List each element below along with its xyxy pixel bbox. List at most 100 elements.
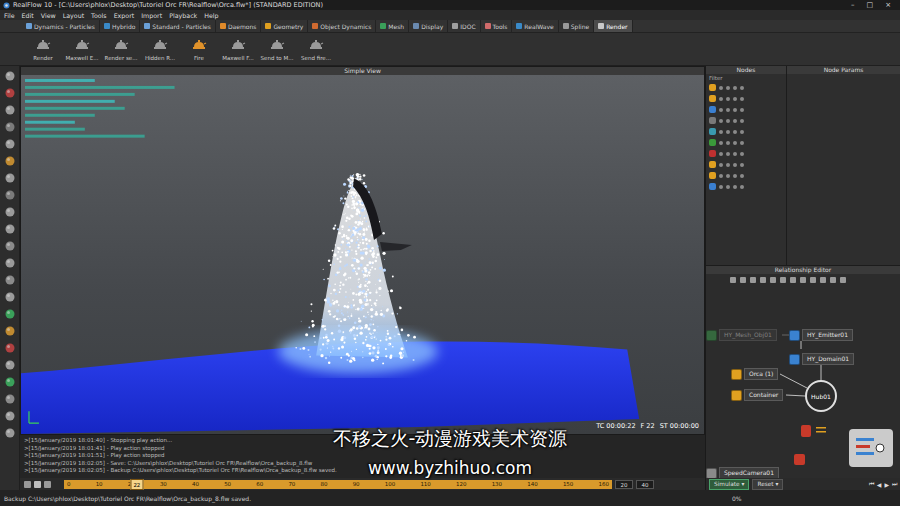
toolbar-button[interactable]: Send fire... xyxy=(297,37,335,61)
visibility-dot[interactable] xyxy=(733,86,737,90)
node-row[interactable] xyxy=(706,93,786,104)
visibility-dot[interactable] xyxy=(726,108,730,112)
menu-item[interactable]: File xyxy=(4,12,15,19)
tool-icon[interactable] xyxy=(4,206,16,218)
tool-icon[interactable] xyxy=(830,277,836,283)
toolbar-button[interactable]: Render xyxy=(24,37,62,61)
toolbar-button[interactable]: Maxwell F... xyxy=(219,37,257,61)
visibility-dot[interactable] xyxy=(733,108,737,112)
tool-icon[interactable] xyxy=(4,87,16,99)
tool-icon[interactable] xyxy=(4,427,16,439)
tab[interactable]: Hybrido xyxy=(100,20,140,32)
tool-icon[interactable] xyxy=(780,277,786,283)
visibility-dot[interactable] xyxy=(733,185,737,189)
frame-field[interactable]: 20 xyxy=(615,480,633,489)
visibility-dot[interactable] xyxy=(740,130,744,134)
tool-icon[interactable] xyxy=(4,104,16,116)
visibility-dot[interactable] xyxy=(726,119,730,123)
visibility-dot[interactable] xyxy=(733,141,737,145)
graph-node[interactable]: HY_Emitter01 xyxy=(789,329,853,341)
tool-icon[interactable] xyxy=(4,172,16,184)
tool-icon[interactable] xyxy=(810,277,816,283)
tool-icon[interactable] xyxy=(4,359,16,371)
node-row[interactable] xyxy=(706,126,786,137)
tool-icon[interactable] xyxy=(800,277,806,283)
visibility-dot[interactable] xyxy=(719,119,723,123)
visibility-dot[interactable] xyxy=(740,97,744,101)
visibility-dot[interactable] xyxy=(740,152,744,156)
visibility-dot[interactable] xyxy=(733,163,737,167)
viewport-canvas[interactable]: TC 00:00:22F 22ST 00:00:00 xyxy=(21,75,704,434)
node-row[interactable] xyxy=(706,181,786,192)
visibility-dot[interactable] xyxy=(726,185,730,189)
node-row[interactable] xyxy=(706,159,786,170)
window-control-button[interactable]: – xyxy=(851,1,855,9)
tool-icon[interactable] xyxy=(4,121,16,133)
visibility-dot[interactable] xyxy=(733,174,737,178)
tool-icon[interactable] xyxy=(4,376,16,388)
menu-item[interactable]: View xyxy=(41,12,56,19)
node-row[interactable] xyxy=(706,137,786,148)
visibility-dot[interactable] xyxy=(726,174,730,178)
playback-button[interactable]: ◀ xyxy=(877,481,882,488)
menu-item[interactable]: Tools xyxy=(91,12,107,19)
tool-icon[interactable] xyxy=(4,291,16,303)
visibility-dot[interactable] xyxy=(726,163,730,167)
tool-icon[interactable] xyxy=(4,138,16,150)
graph-node[interactable]: HY_Domain01 xyxy=(789,353,854,365)
tab[interactable]: IDOC xyxy=(448,20,480,32)
graph-node[interactable]: Container xyxy=(731,389,783,401)
node-row[interactable] xyxy=(706,104,786,115)
tab[interactable]: Object Dynamics xyxy=(308,20,376,32)
visibility-dot[interactable] xyxy=(719,141,723,145)
visibility-dot[interactable] xyxy=(740,108,744,112)
visibility-dot[interactable] xyxy=(740,86,744,90)
visibility-dot[interactable] xyxy=(719,97,723,101)
node-row[interactable] xyxy=(706,82,786,93)
tool-icon[interactable] xyxy=(750,277,756,283)
visibility-dot[interactable] xyxy=(726,152,730,156)
playhead[interactable]: 22 xyxy=(130,479,143,490)
visibility-dot[interactable] xyxy=(719,108,723,112)
visibility-dot[interactable] xyxy=(719,163,723,167)
toolbar-button[interactable]: Send to M... xyxy=(258,37,296,61)
toolbar-button[interactable]: Hidden R... xyxy=(141,37,179,61)
menu-item[interactable]: Import xyxy=(141,12,162,19)
visibility-dot[interactable] xyxy=(726,130,730,134)
tab[interactable]: Render xyxy=(594,20,632,32)
filter-field[interactable]: Filter xyxy=(706,74,786,82)
tool-icon[interactable] xyxy=(740,277,746,283)
menu-item[interactable]: Export xyxy=(114,12,135,19)
tool-icon[interactable] xyxy=(770,277,776,283)
visibility-dot[interactable] xyxy=(733,152,737,156)
playback-button[interactable]: ⏮ xyxy=(869,480,874,488)
menu-item[interactable]: Edit xyxy=(22,12,34,19)
visibility-dot[interactable] xyxy=(733,119,737,123)
tab[interactable]: Geometry xyxy=(261,20,308,32)
visibility-dot[interactable] xyxy=(726,97,730,101)
tool-icon[interactable] xyxy=(4,223,16,235)
tool-icon[interactable] xyxy=(4,274,16,286)
frame-field[interactable]: 40 xyxy=(636,480,654,489)
visibility-dot[interactable] xyxy=(740,163,744,167)
visibility-dot[interactable] xyxy=(719,174,723,178)
graph-node[interactable]: HY_Mesh_Obj01 xyxy=(706,329,777,341)
tab[interactable]: Tools xyxy=(481,20,513,32)
tool-icon[interactable] xyxy=(4,240,16,252)
tab[interactable]: Daemons xyxy=(216,20,261,32)
visibility-dot[interactable] xyxy=(740,174,744,178)
tab[interactable]: Mesh xyxy=(376,20,409,32)
window-control-button[interactable]: □ xyxy=(867,1,874,9)
visibility-dot[interactable] xyxy=(740,185,744,189)
visibility-dot[interactable] xyxy=(719,152,723,156)
visibility-dot[interactable] xyxy=(740,119,744,123)
tool-icon[interactable] xyxy=(840,277,846,283)
timeline-track[interactable]: 0102030405060708090100110120130140150160… xyxy=(64,480,612,489)
tool-icon[interactable] xyxy=(760,277,766,283)
visibility-dot[interactable] xyxy=(740,141,744,145)
visibility-dot[interactable] xyxy=(726,86,730,90)
visibility-dot[interactable] xyxy=(733,130,737,134)
tool-icon[interactable] xyxy=(4,393,16,405)
simulate-button[interactable]: Simulate ▾ xyxy=(709,479,749,490)
tool-icon[interactable] xyxy=(4,189,16,201)
